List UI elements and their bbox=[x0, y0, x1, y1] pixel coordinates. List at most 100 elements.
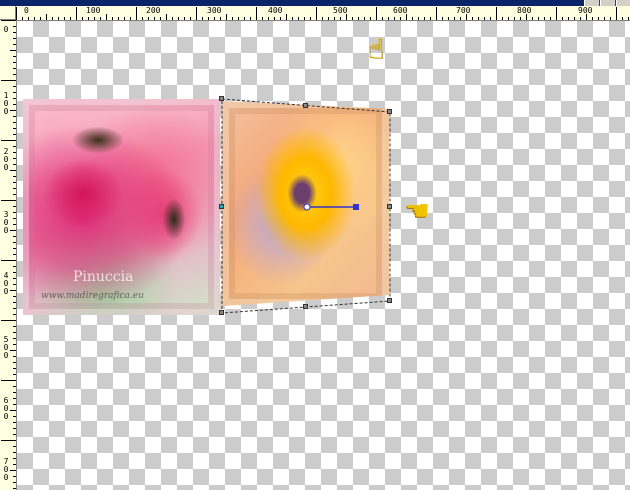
v-ruler-tick bbox=[10, 290, 16, 291]
h-ruler-tick bbox=[376, 7, 377, 20]
h-ruler-tick bbox=[442, 17, 443, 20]
v-ruler-tick bbox=[13, 128, 16, 129]
h-ruler-tick bbox=[592, 17, 593, 20]
h-ruler-tick bbox=[106, 14, 107, 20]
h-ruler-tick bbox=[262, 17, 263, 20]
h-ruler-tick bbox=[304, 17, 305, 20]
h-ruler-tick bbox=[112, 17, 113, 20]
h-ruler-label-300: 300 bbox=[207, 6, 222, 15]
h-ruler-label-900: 900 bbox=[578, 6, 593, 15]
h-ruler-tick bbox=[502, 17, 503, 20]
h-ruler-label-600: 600 bbox=[393, 6, 408, 15]
v-ruler-tick bbox=[13, 272, 16, 273]
v-ruler-tick bbox=[13, 434, 16, 435]
v-ruler-tick bbox=[1, 200, 16, 201]
v-ruler-tick bbox=[13, 392, 16, 393]
corner-handle-bottom-right[interactable] bbox=[387, 298, 392, 303]
h-ruler-tick bbox=[220, 17, 221, 20]
v-ruler-tick bbox=[13, 482, 16, 483]
h-ruler-tick bbox=[244, 17, 245, 20]
h-ruler-tick bbox=[190, 17, 191, 20]
image-canvas[interactable]: Pinuccia www.madiregrafica.eu ☝ ☛ bbox=[17, 21, 630, 490]
v-ruler-tick bbox=[13, 218, 16, 219]
v-ruler-label-400: 400 bbox=[3, 271, 9, 296]
h-ruler-tick bbox=[166, 14, 167, 20]
v-ruler-label-200: 200 bbox=[3, 147, 9, 172]
h-ruler-tick bbox=[100, 17, 101, 20]
v-ruler-tick bbox=[13, 26, 16, 27]
vertical-ruler[interactable]: 0 100 200 300 400 500 600 700 bbox=[0, 20, 17, 490]
v-ruler-tick bbox=[13, 458, 16, 459]
h-ruler-tick bbox=[328, 17, 329, 20]
v-ruler-tick bbox=[10, 410, 16, 411]
h-ruler-tick bbox=[196, 7, 197, 20]
v-ruler-tick bbox=[13, 188, 16, 189]
v-ruler-tick bbox=[10, 230, 16, 231]
h-ruler-tick bbox=[544, 17, 545, 20]
corner-handle-top-left[interactable] bbox=[219, 96, 224, 101]
poppy-image-frame[interactable]: Pinuccia www.madiregrafica.eu bbox=[23, 99, 220, 315]
h-ruler-tick bbox=[610, 17, 611, 20]
watermark-url: www.madiregrafica.eu bbox=[41, 291, 144, 301]
v-ruler-tick bbox=[13, 446, 16, 447]
v-ruler-tick bbox=[13, 98, 16, 99]
v-ruler-tick bbox=[10, 110, 16, 111]
h-ruler-tick bbox=[370, 17, 371, 20]
h-ruler-tick bbox=[232, 17, 233, 20]
h-ruler-tick bbox=[274, 17, 275, 20]
h-ruler-tick bbox=[628, 17, 629, 20]
v-ruler-tick bbox=[13, 362, 16, 363]
v-ruler-tick bbox=[13, 164, 16, 165]
h-ruler-tick bbox=[22, 17, 23, 20]
h-ruler-tick bbox=[508, 17, 509, 20]
edge-handle-bottom[interactable] bbox=[303, 304, 308, 309]
h-ruler-tick bbox=[448, 17, 449, 20]
v-ruler-tick bbox=[13, 68, 16, 69]
h-ruler-tick bbox=[454, 17, 455, 20]
h-ruler-tick bbox=[550, 17, 551, 20]
h-ruler-tick bbox=[490, 17, 491, 20]
v-ruler-tick bbox=[13, 314, 16, 315]
sunflower-image-frame[interactable] bbox=[222, 101, 389, 306]
v-ruler-tick bbox=[13, 62, 16, 63]
h-ruler-tick bbox=[382, 17, 383, 20]
v-ruler-tick bbox=[13, 302, 16, 303]
h-ruler-label-500: 500 bbox=[333, 6, 348, 15]
h-ruler-label-700: 700 bbox=[456, 6, 471, 15]
v-ruler-tick bbox=[13, 242, 16, 243]
edge-handle-right[interactable] bbox=[387, 204, 392, 209]
h-ruler-tick bbox=[574, 17, 575, 20]
v-ruler-tick bbox=[13, 404, 16, 405]
poppy-center bbox=[73, 127, 123, 153]
v-ruler-tick bbox=[13, 386, 16, 387]
edge-handle-left[interactable] bbox=[219, 204, 224, 209]
v-ruler-tick bbox=[13, 374, 16, 375]
h-ruler-tick bbox=[46, 14, 47, 20]
h-ruler-tick bbox=[334, 17, 335, 20]
h-ruler-tick bbox=[64, 17, 65, 20]
corner-handle-bottom-left[interactable] bbox=[219, 310, 224, 315]
h-ruler-tick bbox=[250, 17, 251, 20]
h-ruler-tick bbox=[496, 7, 497, 20]
v-ruler-label-700: 700 bbox=[3, 457, 9, 482]
h-ruler-tick bbox=[556, 7, 557, 20]
h-ruler-tick bbox=[364, 17, 365, 20]
horizontal-ruler[interactable]: 0 100 200 300 400 500 600 700 800 900 bbox=[16, 6, 630, 21]
h-ruler-tick bbox=[118, 17, 119, 20]
h-ruler-tick bbox=[478, 17, 479, 20]
v-ruler-tick bbox=[13, 266, 16, 267]
h-ruler-label-0: 0 bbox=[24, 6, 29, 15]
h-ruler-tick bbox=[310, 17, 311, 20]
v-ruler-tick bbox=[13, 476, 16, 477]
v-ruler-tick bbox=[13, 296, 16, 297]
v-ruler-tick bbox=[1, 260, 16, 261]
v-ruler-tick bbox=[13, 356, 16, 357]
poppy-center bbox=[163, 199, 185, 239]
edge-handle-top[interactable] bbox=[303, 103, 308, 108]
v-ruler-tick bbox=[13, 464, 16, 465]
h-ruler-tick bbox=[130, 17, 131, 20]
h-ruler-tick bbox=[424, 17, 425, 20]
h-ruler-tick bbox=[238, 17, 239, 20]
corner-handle-top-right[interactable] bbox=[387, 109, 392, 114]
h-ruler-tick bbox=[202, 17, 203, 20]
